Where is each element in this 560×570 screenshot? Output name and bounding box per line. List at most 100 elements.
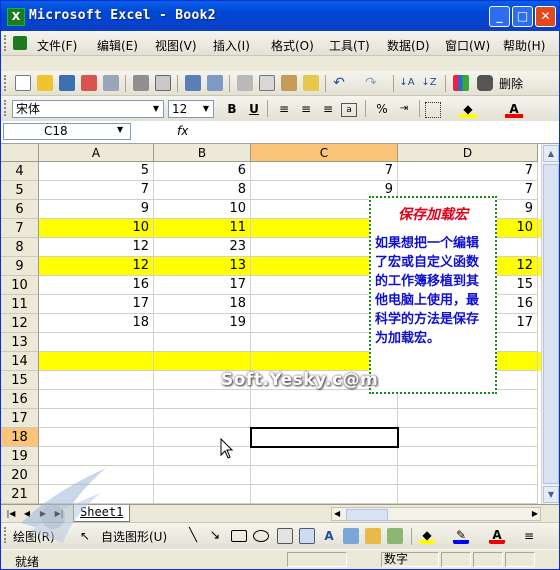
line-color-icon[interactable]: ✎ xyxy=(453,528,469,544)
cell-b11[interactable]: 18 xyxy=(154,295,251,314)
font-size-select[interactable]: 12 ▼ xyxy=(168,100,214,118)
toolbar-grip[interactable] xyxy=(4,75,9,91)
oval-icon[interactable] xyxy=(253,530,269,542)
increase-indent-icon[interactable]: ⇥ xyxy=(395,100,413,118)
cell-b16[interactable] xyxy=(154,390,251,409)
cell-b21[interactable] xyxy=(154,485,251,504)
cell-a4[interactable]: 5 xyxy=(39,162,154,181)
row-header-7[interactable]: 7 xyxy=(1,219,39,238)
horizontal-scrollbar[interactable]: ◀ ▶ xyxy=(331,507,541,521)
font-color-icon[interactable]: A xyxy=(505,100,523,118)
menu-window[interactable]: 窗口(W) xyxy=(445,37,490,54)
cell-a12[interactable]: 18 xyxy=(39,314,154,333)
column-header-c[interactable]: C xyxy=(251,144,398,162)
cell-a16[interactable] xyxy=(39,390,154,409)
menu-tools[interactable]: 工具(T) xyxy=(329,37,370,54)
scroll-thumb[interactable] xyxy=(346,509,388,521)
row-header-5[interactable]: 5 xyxy=(1,181,39,200)
cell-b18[interactable] xyxy=(154,428,251,447)
row-header-9[interactable]: 9 xyxy=(1,257,39,276)
cell-a17[interactable] xyxy=(39,409,154,428)
menu-edit[interactable]: 编辑(E) xyxy=(97,37,138,54)
sort-ascending-icon[interactable]: ↓A xyxy=(399,75,415,91)
maximize-button[interactable]: □ xyxy=(512,6,533,27)
cell-c20[interactable] xyxy=(251,466,398,485)
redo-icon[interactable]: ↷ xyxy=(363,75,379,91)
cell-b19[interactable] xyxy=(154,447,251,466)
cell-a18[interactable] xyxy=(39,428,154,447)
close-button[interactable]: ✕ xyxy=(535,6,556,27)
menu-data[interactable]: 数据(D) xyxy=(387,37,430,54)
align-center-icon[interactable]: ≡ xyxy=(297,100,315,118)
cell-b20[interactable] xyxy=(154,466,251,485)
menu-format[interactable]: 格式(O) xyxy=(271,37,314,54)
chart-wizard-icon[interactable] xyxy=(453,75,469,91)
fill-color-icon[interactable]: ◆ xyxy=(459,100,477,118)
row-header-17[interactable]: 17 xyxy=(1,409,39,428)
row-header-11[interactable]: 11 xyxy=(1,295,39,314)
cell-a5[interactable]: 7 xyxy=(39,181,154,200)
format-painter-icon[interactable] xyxy=(303,75,319,91)
camera-icon[interactable] xyxy=(477,75,493,91)
arrow-icon[interactable]: ↘ xyxy=(207,528,223,544)
cell-b13[interactable] xyxy=(154,333,251,352)
chevron-down-icon[interactable]: ▼ xyxy=(149,101,163,117)
chevron-down-icon[interactable]: ▼ xyxy=(199,101,213,117)
excel-icon[interactable]: X xyxy=(7,8,25,26)
row-header-18[interactable]: 18 xyxy=(1,428,39,447)
spelling-icon[interactable] xyxy=(185,75,201,91)
delete-button[interactable]: 删除 xyxy=(499,75,523,92)
scroll-thumb[interactable] xyxy=(543,164,559,484)
row-header-6[interactable]: 6 xyxy=(1,200,39,219)
cell-a14[interactable] xyxy=(39,352,154,371)
cell-b12[interactable]: 19 xyxy=(154,314,251,333)
cell-b17[interactable] xyxy=(154,409,251,428)
scroll-up-icon[interactable]: ▲ xyxy=(543,145,559,162)
cell-a13[interactable] xyxy=(39,333,154,352)
cell-d17[interactable] xyxy=(398,409,538,428)
chevron-down-icon[interactable]: ▼ xyxy=(117,125,123,134)
column-header-b[interactable]: B xyxy=(154,144,251,162)
cell-c4[interactable]: 7 xyxy=(251,162,398,181)
copy-icon[interactable] xyxy=(259,75,275,91)
print-icon[interactable] xyxy=(133,75,149,91)
fx-icon[interactable]: fx xyxy=(177,124,188,138)
cell-d19[interactable] xyxy=(398,447,538,466)
vertical-textbox-icon[interactable] xyxy=(299,528,315,544)
picture-icon[interactable] xyxy=(387,528,403,544)
cell-b5[interactable]: 8 xyxy=(154,181,251,200)
scroll-right-icon[interactable]: ▶ xyxy=(532,508,538,520)
row-header-14[interactable]: 14 xyxy=(1,352,39,371)
cell-a8[interactable]: 12 xyxy=(39,238,154,257)
new-icon[interactable] xyxy=(15,75,31,91)
active-cell-cursor[interactable] xyxy=(250,427,399,448)
underline-button[interactable]: U xyxy=(245,100,263,118)
align-right-icon[interactable]: ≡ xyxy=(319,100,337,118)
cell-c19[interactable] xyxy=(251,447,398,466)
row-header-13[interactable]: 13 xyxy=(1,333,39,352)
sort-descending-icon[interactable]: ↓Z xyxy=(421,75,437,91)
menu-view[interactable]: 视图(V) xyxy=(155,37,197,54)
cell-b6[interactable]: 10 xyxy=(154,200,251,219)
cell-a9[interactable]: 12 xyxy=(39,257,154,276)
save-icon[interactable] xyxy=(59,75,75,91)
cell-b8[interactable]: 23 xyxy=(154,238,251,257)
diagram-icon[interactable] xyxy=(343,528,359,544)
permission-icon[interactable] xyxy=(81,75,97,91)
cut-icon[interactable] xyxy=(237,75,253,91)
scroll-down-icon[interactable]: ▼ xyxy=(543,486,559,503)
cell-a11[interactable]: 17 xyxy=(39,295,154,314)
row-header-16[interactable]: 16 xyxy=(1,390,39,409)
cell-c17[interactable] xyxy=(251,409,398,428)
bold-button[interactable]: B xyxy=(223,100,241,118)
row-header-8[interactable]: 8 xyxy=(1,238,39,257)
select-all-corner[interactable] xyxy=(1,144,39,162)
cell-a10[interactable]: 16 xyxy=(39,276,154,295)
undo-icon[interactable]: ↶ xyxy=(331,75,347,91)
percent-button[interactable]: % xyxy=(373,100,391,118)
row-header-10[interactable]: 10 xyxy=(1,276,39,295)
borders-icon[interactable] xyxy=(425,102,441,118)
cell-d4[interactable]: 7 xyxy=(398,162,538,181)
cell-d20[interactable] xyxy=(398,466,538,485)
textbox-icon[interactable] xyxy=(277,528,293,544)
